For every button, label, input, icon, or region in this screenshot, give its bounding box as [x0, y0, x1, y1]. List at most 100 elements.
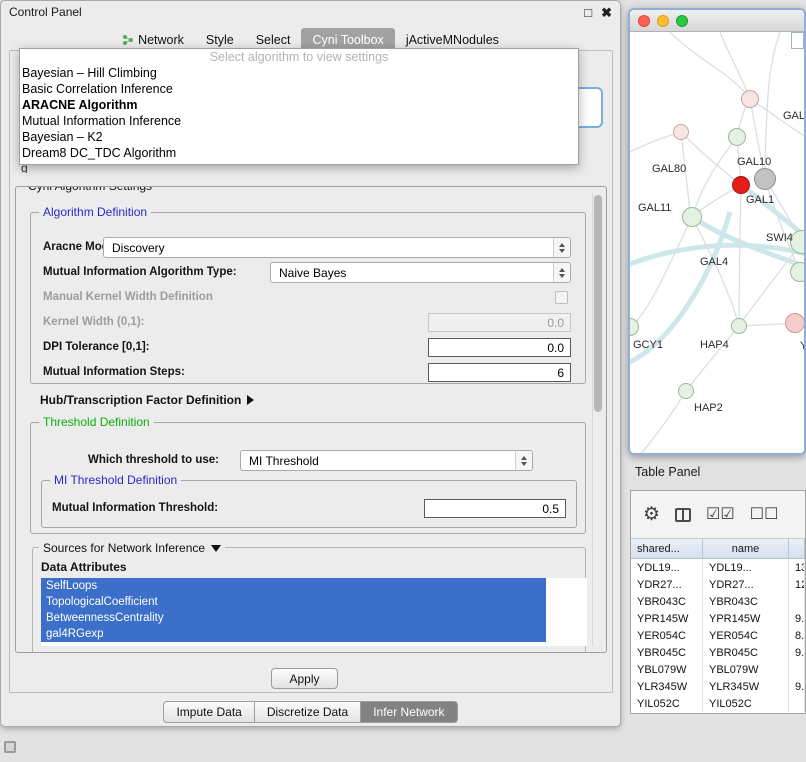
algorithm-option[interactable]: Mutual Information Inference: [20, 113, 578, 129]
tab-impute-data[interactable]: Impute Data: [163, 701, 254, 723]
manual-kernel-label: Manual Kernel Width Definition: [43, 291, 213, 303]
table-row[interactable]: YPR145WYPR145W9.: [631, 610, 805, 627]
node-label: GCY1: [633, 339, 663, 351]
cell: YDL19...: [631, 559, 703, 576]
column-header-name[interactable]: name: [703, 539, 789, 558]
columns-icon[interactable]: [675, 508, 691, 522]
tab-infer-network[interactable]: Infer Network: [361, 701, 457, 723]
manual-kernel-checkbox[interactable]: [555, 291, 568, 304]
network-node[interactable]: [785, 313, 804, 333]
gear-icon[interactable]: ⚙: [643, 505, 660, 524]
network-node[interactable]: [790, 262, 804, 282]
algorithm-placeholder: Select algorithm to view settings: [20, 50, 578, 65]
cell: YBR045C: [631, 644, 703, 661]
mi-threshold-field[interactable]: 0.5: [424, 499, 566, 518]
network-node-gal4[interactable]: [682, 207, 702, 227]
data-attributes-label: Data Attributes: [41, 560, 127, 574]
tab-discretize-data[interactable]: Discretize Data: [255, 701, 361, 723]
cyni-algorithm-settings-group: Cyni Algorithm Settings Algorithm Defini…: [15, 186, 607, 653]
cell: YBL079W: [631, 661, 703, 678]
network-canvas[interactable]: GAL GAL80 GAL10 GAL11 GAL1 SWI4 GAL4 GCY…: [630, 32, 804, 455]
algorithm-option[interactable]: Bayesian – Hill Climbing: [20, 65, 578, 81]
network-node[interactable]: [673, 124, 689, 140]
mi-type-value: Naive Bayes: [271, 266, 553, 280]
hub-definition-toggle[interactable]: Hub/Transcription Factor Definition: [40, 393, 254, 407]
cell: 8.: [789, 627, 805, 644]
minimize-traffic-icon[interactable]: [657, 15, 669, 27]
chevron-right-icon: [247, 395, 254, 405]
column-header-extra[interactable]: [789, 539, 805, 558]
algorithm-definition-group: Algorithm Definition Aracne Mode: Discov…: [30, 212, 586, 384]
node-label: GAL1: [746, 194, 774, 206]
network-window-titlebar: [630, 10, 804, 32]
aracne-mode-value: Discovery: [104, 241, 553, 255]
algorithm-option[interactable]: Dream8 DC_TDC Algorithm: [20, 145, 578, 161]
column-header-shared[interactable]: shared...: [631, 539, 703, 558]
network-node-hap2[interactable]: [678, 383, 694, 399]
settings-scrollbar[interactable]: [592, 193, 603, 646]
combo-arrows-icon: [553, 263, 570, 282]
apply-button[interactable]: Apply: [271, 668, 338, 689]
table-panel-window: ⚙ ☑☑ ☐☐ shared... name YDL19...YDL19...1…: [630, 490, 806, 714]
table-row[interactable]: YBR043CYBR043C: [631, 593, 805, 610]
control-panel-window: Control Panel □ ✖ Network Style Select C…: [0, 0, 621, 727]
attribute-item[interactable]: BetweennessCentrality: [41, 610, 546, 626]
attribute-item[interactable]: gal4RGexp: [41, 626, 546, 642]
network-node[interactable]: [728, 128, 746, 146]
kernel-width-field[interactable]: 0.0: [428, 313, 571, 332]
network-node[interactable]: [741, 90, 759, 108]
close-icon[interactable]: ✖: [601, 6, 612, 19]
algorithm-option[interactable]: Basic Correlation Inference: [20, 81, 578, 97]
table-row[interactable]: YLR345WYLR345W9.: [631, 678, 805, 695]
table-header: shared... name: [631, 539, 805, 559]
algorithm-option[interactable]: Bayesian – K2: [20, 129, 578, 145]
tab-select-label: Select: [256, 33, 291, 47]
hub-definition-label: Hub/Transcription Factor Definition: [40, 393, 241, 407]
table-panel-title: Table Panel: [635, 465, 700, 479]
table-row[interactable]: YBL079WYBL079W: [631, 661, 805, 678]
cell: 9.: [789, 644, 805, 661]
attribute-item[interactable]: TopologicalCoefficient: [41, 594, 546, 610]
network-node-red[interactable]: [732, 176, 750, 194]
node-label: GAL4: [700, 256, 728, 268]
data-attributes-list: SelfLoops TopologicalCoefficient Between…: [41, 578, 587, 646]
network-icon: [122, 34, 134, 46]
sources-toggle[interactable]: Sources for Network Inference: [39, 541, 225, 555]
mi-type-select[interactable]: Naive Bayes: [270, 262, 571, 283]
cyni-bottom-tabs: Impute Data Discretize Data Infer Networ…: [1, 701, 620, 723]
tab-style-label: Style: [206, 33, 234, 47]
select-all-icon[interactable]: ☑☑: [706, 507, 735, 523]
cell: YER054C: [703, 627, 789, 644]
table-row[interactable]: YDR27...YDR27...12: [631, 576, 805, 593]
scrollbar-thumb[interactable]: [594, 195, 602, 412]
collapsed-toolbar[interactable]: [791, 32, 804, 49]
table-toolbar: ⚙ ☑☑ ☐☐: [631, 491, 805, 539]
table-row[interactable]: YER054CYER054C8.: [631, 627, 805, 644]
mi-steps-field[interactable]: 6: [428, 363, 571, 382]
threshold-definition-title: Threshold Definition: [39, 415, 154, 429]
aracne-mode-select[interactable]: Discovery: [103, 237, 571, 258]
window-title: Control Panel: [9, 5, 575, 19]
minimized-window-icon[interactable]: [4, 741, 16, 753]
algorithm-dropdown-popup: Select algorithm to view settings Bayesi…: [19, 48, 579, 165]
desktop: Control Panel □ ✖ Network Style Select C…: [0, 0, 806, 762]
table-row[interactable]: YDL19...YDL19...13: [631, 559, 805, 576]
sources-label: Sources for Network Inference: [43, 541, 205, 555]
network-node-gal10[interactable]: [754, 168, 776, 190]
node-label: GAL80: [652, 163, 686, 175]
table-row[interactable]: YIL052CYIL052C: [631, 695, 805, 712]
network-node[interactable]: [731, 318, 747, 334]
deselect-all-icon[interactable]: ☐☐: [750, 507, 779, 523]
cell: YIL052C: [703, 695, 789, 712]
float-window-icon[interactable]: □: [584, 6, 592, 19]
dpi-tolerance-field[interactable]: 0.0: [428, 338, 571, 357]
attribute-item[interactable]: SelfLoops: [41, 578, 546, 594]
mi-steps-label: Mutual Information Steps:: [43, 366, 185, 378]
zoom-traffic-icon[interactable]: [676, 15, 688, 27]
close-traffic-icon[interactable]: [638, 15, 650, 27]
table-row[interactable]: YBR045CYBR045C9.: [631, 644, 805, 661]
algorithm-option-selected[interactable]: ARACNE Algorithm: [20, 97, 578, 113]
cell: YER054C: [631, 627, 703, 644]
cell: YIL052C: [631, 695, 703, 712]
which-threshold-select[interactable]: MI Threshold: [240, 450, 533, 471]
